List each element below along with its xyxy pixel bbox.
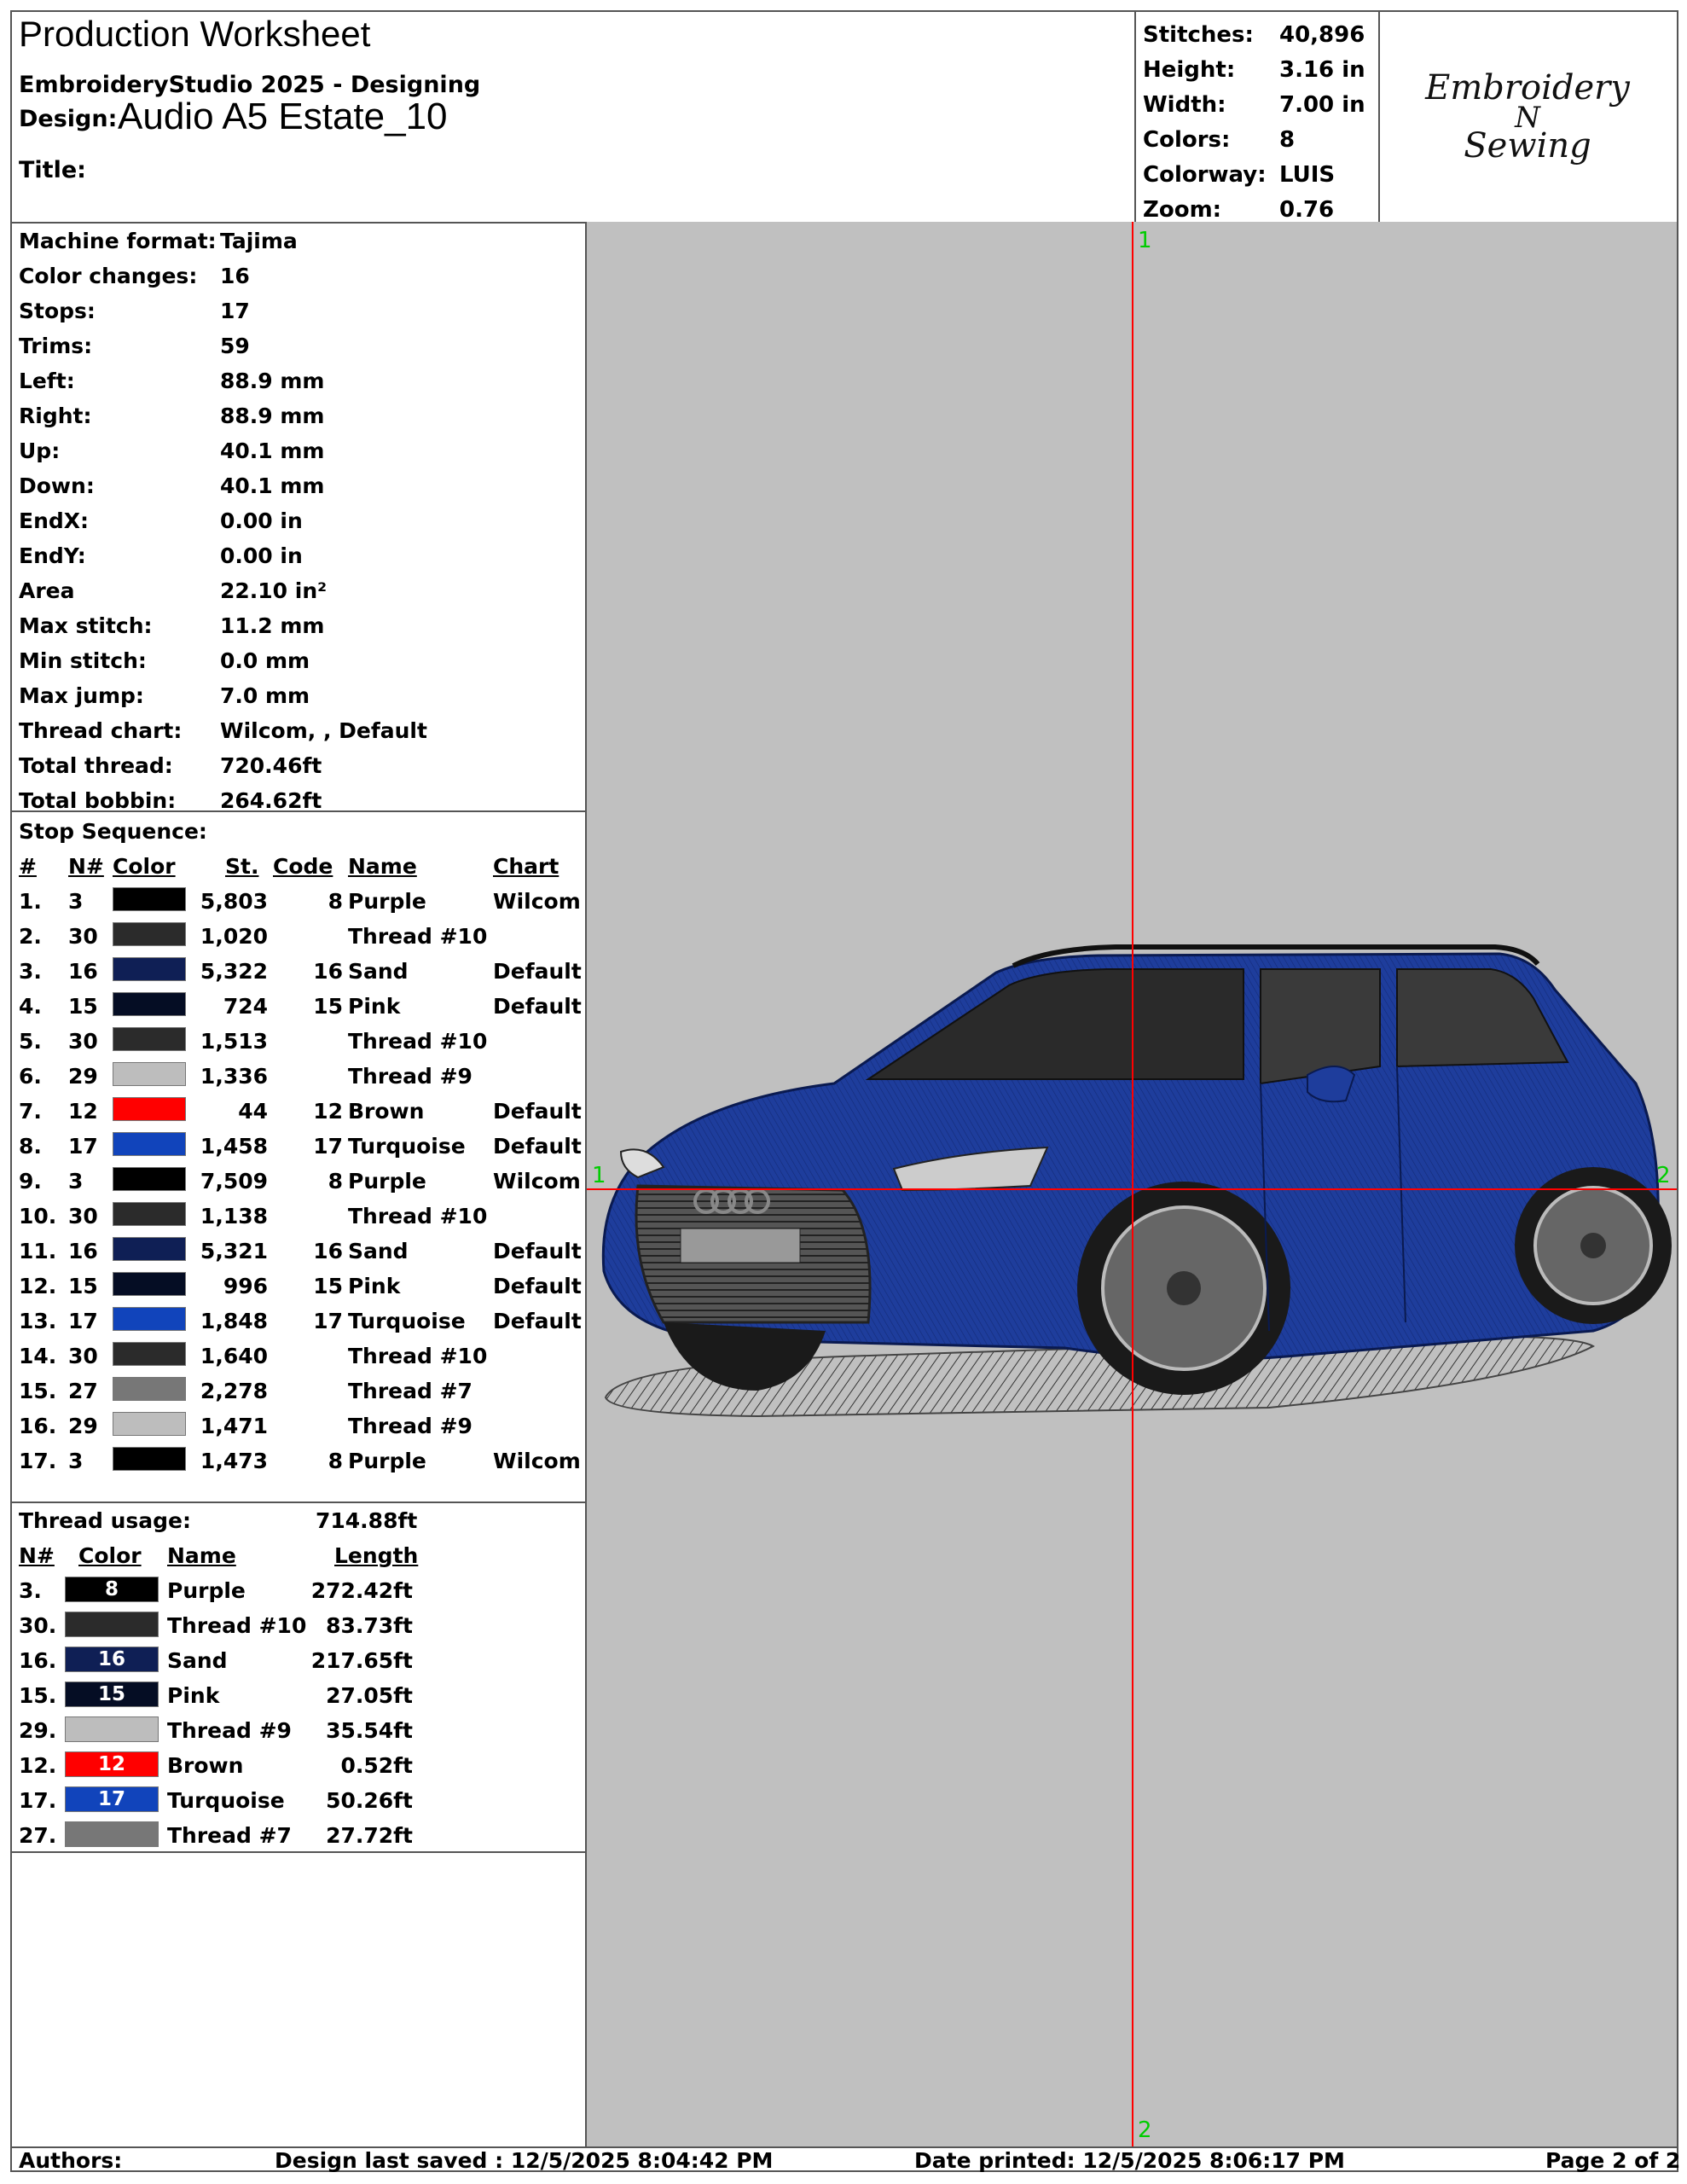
machine-info-row: Total bobbin: 264.62ft	[19, 788, 322, 813]
axis-marker-left: 1	[592, 1163, 606, 1188]
stat-height: Height: 3.16 in	[1143, 57, 1365, 83]
machine-info-row: Right: 88.9 mm	[19, 404, 325, 428]
machine-info-row: Max stitch: 11.2 mm	[19, 613, 325, 638]
divider	[12, 1502, 585, 1503]
thread-color-swatch: 8	[65, 1577, 159, 1602]
thread-color-swatch	[113, 1062, 186, 1086]
design-label: Design:	[19, 106, 118, 132]
divider	[12, 1851, 585, 1853]
stop-sequence-title: Stop Sequence:	[19, 819, 207, 844]
title-label: Title:	[19, 157, 86, 183]
thread-color-swatch: 15	[65, 1682, 159, 1707]
thread-color-swatch	[113, 1097, 186, 1121]
thread-color-swatch	[113, 887, 186, 911]
thread-color-swatch	[113, 1342, 186, 1366]
thread-color-swatch	[113, 1447, 186, 1471]
footer-last-saved: Design last saved : 12/5/2025 8:04:42 PM	[275, 2148, 774, 2173]
machine-info-row: Down: 40.1 mm	[19, 473, 325, 498]
design-name: Audio A5 Estate_10	[118, 96, 448, 137]
rear-wheel	[1515, 1167, 1672, 1324]
stat-zoom: Zoom: 0.76	[1143, 197, 1335, 223]
machine-info-row: EndY: 0.00 in	[19, 543, 303, 568]
thread-color-swatch: 17	[65, 1786, 159, 1812]
machine-info-row: Max jump: 7.0 mm	[19, 683, 310, 708]
thread-color-swatch	[113, 957, 186, 981]
car-illustration	[601, 944, 1672, 1395]
design-preview: 1 2 1 2	[587, 222, 1677, 2146]
footer-page-number: Page 2 of 2	[1545, 2148, 1681, 2173]
thread-color-swatch	[113, 992, 186, 1016]
thread-color-swatch	[113, 1132, 186, 1156]
axis-marker-bottom: 2	[1138, 2117, 1152, 2143]
machine-info-row: Min stitch: 0.0 mm	[19, 648, 310, 673]
design-preview-svg: 1 2 1 2	[587, 222, 1677, 2146]
footer: Authors: Design last saved : 12/5/2025 8…	[12, 2146, 1681, 2174]
thread-usage-total: 714.88ft	[316, 1508, 418, 1533]
thread-color-swatch	[113, 1167, 186, 1191]
stat-width: Width: 7.00 in	[1143, 92, 1365, 118]
side-mirror	[1307, 1066, 1356, 1103]
worksheet: Production Worksheet EmbroideryStudio 20…	[10, 10, 1681, 2174]
software-name: EmbroideryStudio 2025 - Designing	[19, 72, 481, 98]
axis-marker-right: 2	[1656, 1163, 1671, 1188]
stat-colorway: Colorway: LUIS	[1143, 162, 1336, 188]
machine-info-row: Left: 88.9 mm	[19, 369, 325, 393]
left-panel: Machine format: Tajima Color changes: 16 Sto…	[12, 222, 587, 2146]
thread-color-swatch	[113, 1307, 186, 1331]
thread-color-swatch	[113, 922, 186, 946]
header-info: Production Worksheet EmbroideryStudio 20…	[12, 12, 1134, 222]
logo: Embroidery N Sewing	[1425, 68, 1630, 166]
machine-info-row: Color changes: 16	[19, 264, 250, 288]
thread-color-swatch	[113, 1202, 186, 1226]
thread-color-swatch	[113, 1272, 186, 1296]
machine-info-row: Trims: 59	[19, 334, 250, 358]
footer-date-printed: Date printed: 12/5/2025 8:06:17 PM	[914, 2148, 1345, 2173]
footer-authors: Authors:	[19, 2148, 123, 2173]
machine-info-row: Up: 40.1 mm	[19, 439, 325, 463]
thread-color-swatch	[113, 1237, 186, 1261]
design-stats: Stitches: 40,896 Height: 3.16 in Width: 7.0…	[1134, 12, 1380, 223]
machine-info-row: Thread chart: Wilcom, , Default	[19, 718, 427, 743]
machine-info-row: Total thread: 720.46ft	[19, 753, 322, 778]
header: Production Worksheet EmbroideryStudio 20…	[12, 12, 1677, 224]
thread-color-swatch	[65, 1612, 159, 1637]
stat-stitches: Stitches: 40,896	[1143, 22, 1365, 48]
thread-color-swatch: 16	[65, 1647, 159, 1672]
thread-color-swatch	[113, 1027, 186, 1051]
machine-info-row: Machine format: Tajima	[19, 229, 298, 253]
stat-colors: Colors: 8	[1143, 127, 1296, 153]
thread-color-swatch	[65, 1716, 159, 1742]
divider	[12, 810, 585, 812]
axis-marker-top: 1	[1138, 228, 1152, 253]
thread-color-swatch: 12	[65, 1751, 159, 1777]
page-title: Production Worksheet	[19, 14, 371, 54]
front-wheel	[1077, 1182, 1290, 1395]
thread-color-swatch	[65, 1821, 159, 1847]
thread-color-swatch	[113, 1412, 186, 1436]
machine-info-row: EndX: 0.00 in	[19, 508, 303, 533]
thread-color-swatch	[113, 1377, 186, 1401]
thread-usage-title: Thread usage:	[19, 1508, 192, 1533]
machine-info-row: Stops: 17	[19, 299, 250, 323]
machine-info-row: Area 22.10 in²	[19, 578, 328, 603]
